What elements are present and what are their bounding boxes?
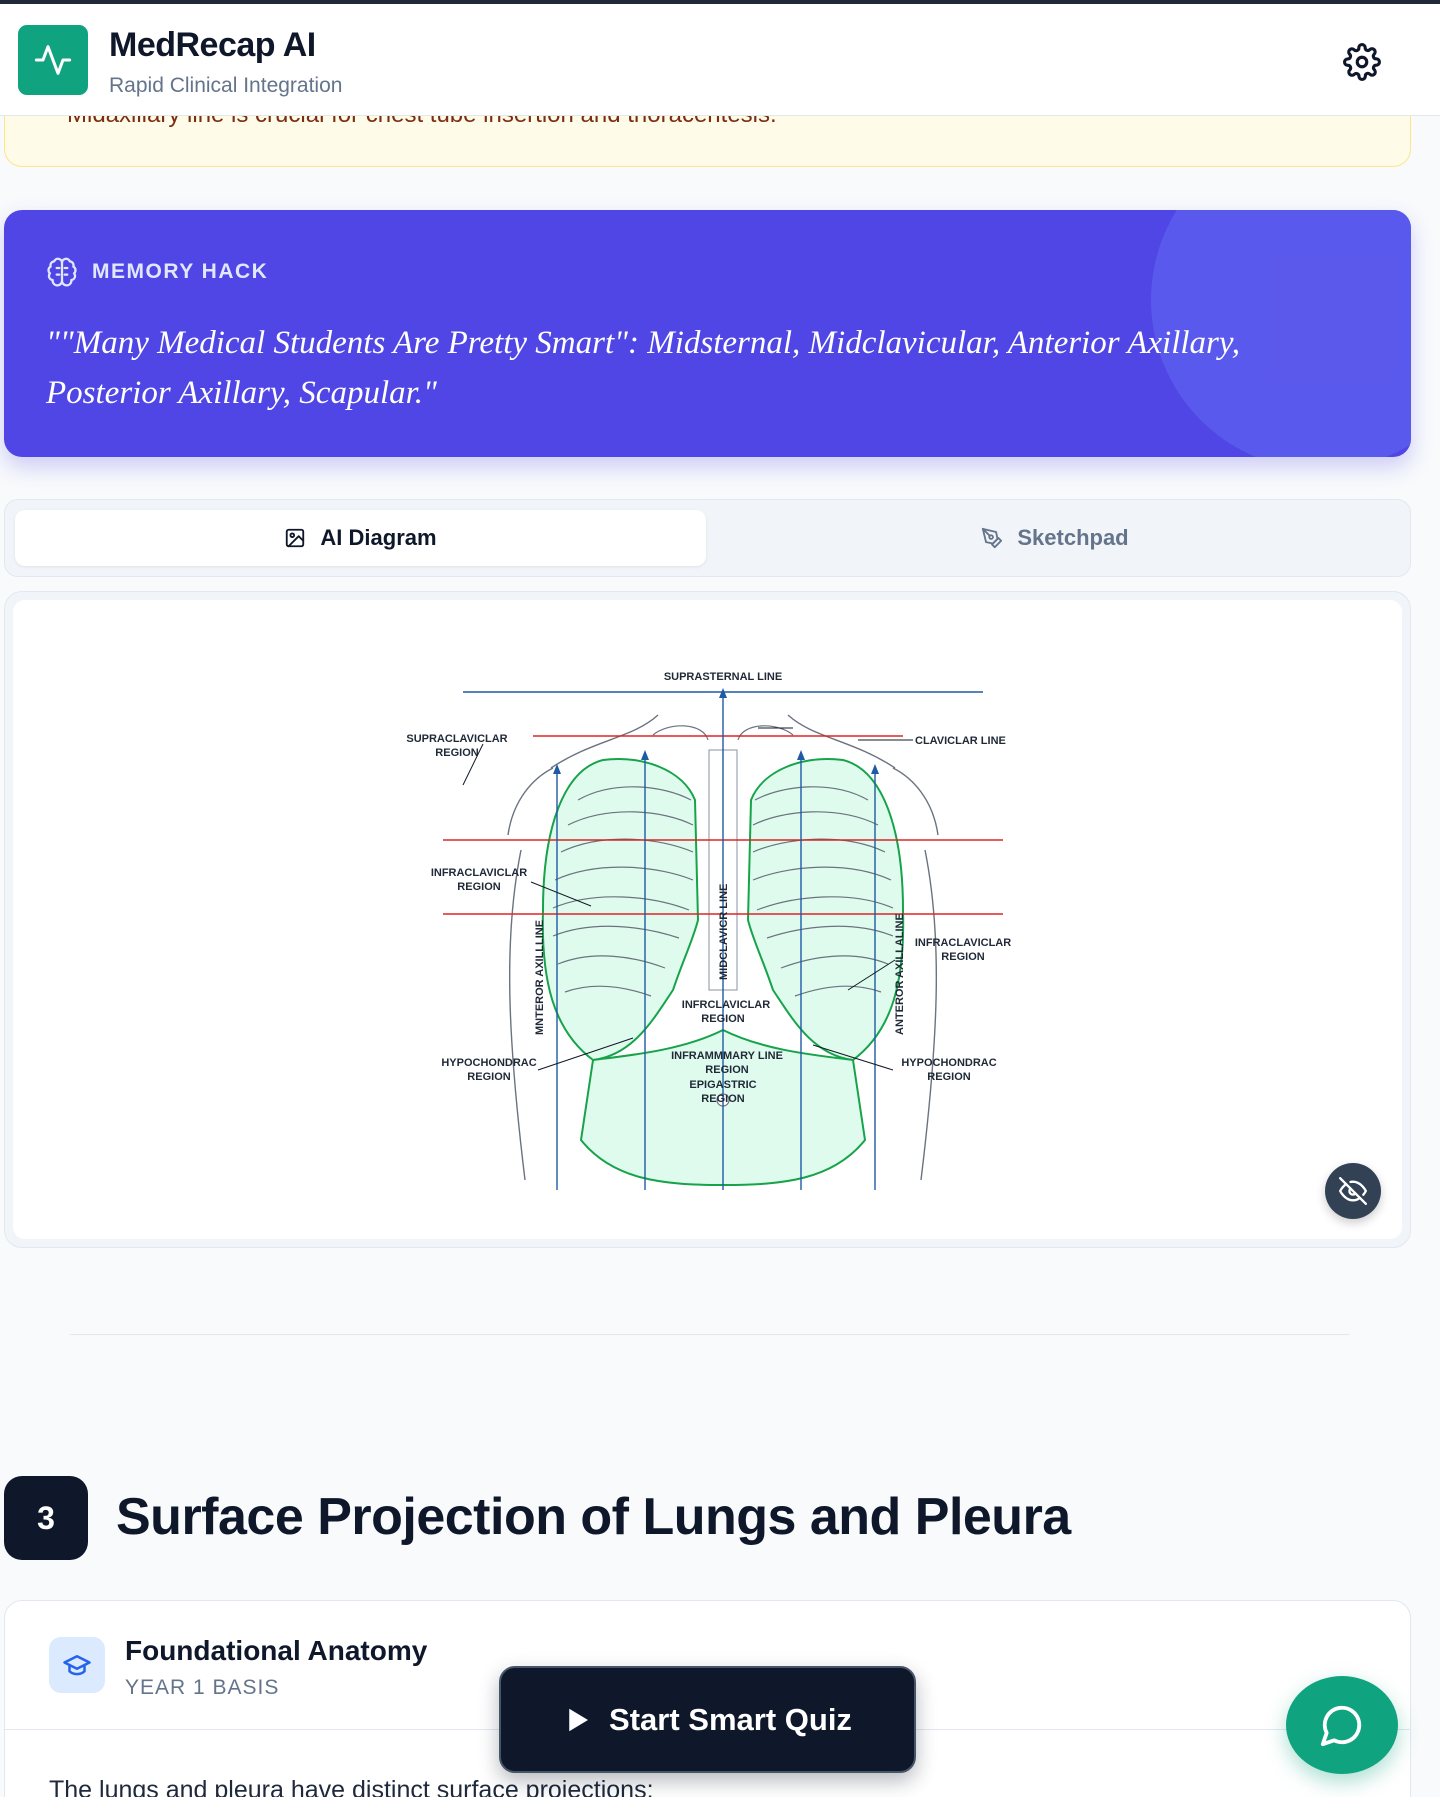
label-midclavicular-line: MIDCLAVICR LINE [718, 884, 730, 980]
label-infrclavicular-2: REGION [701, 1013, 744, 1025]
foundational-subtitle: YEAR 1 BASIS [125, 1676, 280, 1699]
foundational-title: Foundational Anatomy [125, 1635, 428, 1666]
top-border [0, 0, 1440, 4]
label-infraclavicular-right-1: INFRACLAVICLAR [915, 937, 1011, 949]
chat-bubble-icon [1320, 1705, 1362, 1747]
section-title: Surface Projection of Lungs and Pleura [116, 1488, 1071, 1546]
label-clavicular: CLAVICLAR LINE [915, 735, 1006, 747]
memory-quote-line-1: ""Many Medical Students Are Pretty Smart… [46, 325, 1240, 361]
gear-icon [1343, 43, 1381, 81]
brain-icon [47, 257, 77, 287]
label-anterior-axillary-line: ANTEROR AXILLALINE [894, 913, 906, 1035]
label-infraclavicular-left-2: REGION [457, 881, 500, 893]
pleura-region-right [746, 758, 905, 1062]
activity-pulse-icon [34, 45, 72, 75]
section-divider [70, 1334, 1350, 1335]
label-infrclavicular-1: INFRCLAVICLAR [682, 999, 770, 1011]
app-title: MedRecap AI [109, 26, 316, 64]
play-icon [569, 1708, 589, 1731]
settings-button[interactable] [1340, 40, 1384, 84]
start-smart-quiz-label: Start Smart Quiz [609, 1701, 852, 1737]
label-inframammary-2: REGION [705, 1064, 748, 1076]
label-epigastric-2: REGION [701, 1093, 744, 1105]
graduation-cap-icon [63, 1655, 91, 1676]
eye-off-icon [1339, 1177, 1367, 1205]
tab-ai-diagram[interactable]: AI Diagram [15, 510, 706, 566]
label-infraclavicular-left-1: INFRACLAVICLAR [431, 867, 527, 879]
view-tabs: AI Diagram Sketchpad [4, 499, 1411, 577]
tab-sketchpad-label: Sketchpad [1017, 525, 1129, 550]
label-supraclavicular-1: SUPRACLAVICLAR [406, 733, 507, 745]
label-epigastric-1: EPIGASTRIC [689, 1079, 756, 1091]
memory-hack-header: MEMORY HACK [46, 256, 268, 288]
label-suprasternal: SUPRASTERNAL LINE [664, 671, 782, 683]
chat-button[interactable] [1286, 1676, 1398, 1774]
hide-diagram-button[interactable] [1325, 1163, 1381, 1219]
label-hypochondriac-right-1: HYPOCHONDRAC [901, 1057, 996, 1069]
section-number-badge: 3 [4, 1476, 88, 1560]
tab-ai-diagram-label: AI Diagram [320, 525, 437, 550]
app-header: MedRecap AI Rapid Clinical Integration [0, 4, 1440, 116]
pen-icon [982, 527, 1003, 549]
start-smart-quiz-button[interactable]: Start Smart Quiz [499, 1666, 916, 1773]
memory-hack-quote: ""Many Medical Students Are Pretty Smart… [46, 318, 1346, 418]
app-subtitle: Rapid Clinical Integration [109, 74, 343, 97]
label-hypochondriac-left-2: REGION [467, 1071, 510, 1083]
label-inframammary-1: INFRAMMMARY LINE [671, 1050, 783, 1062]
label-hypochondriac-right-2: REGION [927, 1071, 970, 1083]
memory-hack-label: MEMORY HACK [92, 260, 269, 283]
label-supraclavicular-2: REGION [435, 747, 478, 759]
pleura-region [541, 758, 700, 1062]
app-logo [18, 25, 88, 95]
diagram-canvas: SUPRASTERNAL LINE CLAVICLAR LINE SUPRACL… [13, 600, 1402, 1239]
foundational-icon-badge [49, 1637, 105, 1693]
chest-surface-lines-diagram: SUPRASTERNAL LINE CLAVICLAR LINE SUPRACL… [406, 671, 1011, 1190]
label-hypochondriac-left-1: HYPOCHONDRAC [441, 1057, 536, 1069]
tab-sketchpad[interactable]: Sketchpad [710, 510, 1400, 566]
label-mnteror-axillary-line: MNTEROR AXILLLINE [534, 920, 546, 1035]
diagram-panel: SUPRASTERNAL LINE CLAVICLAR LINE SUPRACL… [4, 591, 1411, 1248]
foundational-body-text: The lungs and pleura have distinct surfa… [49, 1776, 654, 1797]
label-infraclavicular-right-2: REGION [941, 951, 984, 963]
memory-quote-line-2: Posterior Axillary, Scapular." [46, 375, 437, 411]
image-icon [286, 528, 305, 548]
memory-hack-card: MEMORY HACK ""Many Medical Students Are … [4, 210, 1411, 457]
